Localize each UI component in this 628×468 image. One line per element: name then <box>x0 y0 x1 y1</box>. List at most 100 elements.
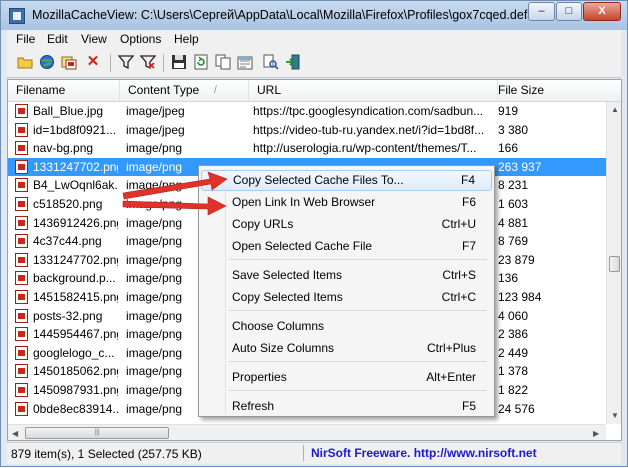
close-button[interactable]: X <box>583 2 621 21</box>
menu-edit[interactable]: Edit <box>47 32 68 46</box>
menu-help[interactable]: Help <box>174 32 199 46</box>
table-row[interactable]: id=1bd8f0921... image/jpeg https://video-t… <box>8 121 606 139</box>
status-separator <box>303 445 304 461</box>
image-file-icon <box>15 141 28 155</box>
menu-options[interactable]: Options <box>120 32 161 46</box>
properties-icon[interactable] <box>237 54 253 70</box>
context-menu-item[interactable]: Choose Columns <box>201 316 492 337</box>
column-header-url[interactable]: URL <box>249 80 498 101</box>
status-credit-link[interactable]: NirSoft Freeware. http://www.nirsoft.net <box>311 446 537 460</box>
context-menu-item[interactable]: Copy URLs Ctrl+U <box>201 214 492 235</box>
cell-file-size: 123 984 <box>498 290 542 304</box>
cell-filename: 1451582415.png <box>33 290 118 304</box>
context-menu-item-label: Open Selected Cache File <box>232 239 373 253</box>
cell-filename: 0bde8ec83914... <box>33 402 118 416</box>
scroll-left-arrow[interactable]: ◀ <box>12 429 18 438</box>
context-menu-item[interactable]: Copy Selected Cache Files To... F4 <box>201 170 492 191</box>
cell-filename: c518520.png <box>33 197 103 211</box>
column-header-filename[interactable]: Filename <box>8 80 120 101</box>
copy-icon[interactable] <box>215 54 231 70</box>
context-menu-item[interactable]: Open Selected Cache File F7 <box>201 236 492 257</box>
context-menu-item[interactable]: Save Selected Items Ctrl+S <box>201 265 492 286</box>
cell-content-type: image/jpeg <box>126 104 185 118</box>
scroll-down-arrow[interactable]: ▼ <box>611 411 619 420</box>
cell-filename: B4_LwOqnl6ak... <box>33 178 118 192</box>
image-file-icon <box>15 197 28 211</box>
refresh-icon[interactable] <box>193 54 209 70</box>
maximize-button[interactable]: □ <box>556 2 582 21</box>
cell-file-size: 4 881 <box>498 216 529 230</box>
context-menu-item-shortcut: F6 <box>461 195 476 209</box>
cell-file-size: 2 449 <box>498 346 529 360</box>
image-file-icon <box>15 309 28 323</box>
image-file-icon <box>15 364 28 378</box>
cell-filename: 1331247702.png <box>33 253 118 267</box>
cell-url: https://video-tub-ru.yandex.net/i?id=1bd… <box>253 123 485 137</box>
scroll-right-arrow[interactable]: ▶ <box>593 429 599 438</box>
image-file-icon <box>15 253 28 267</box>
exit-icon[interactable] <box>285 54 301 70</box>
context-menu-item[interactable]: Open Link In Web Browser F6 <box>201 192 492 213</box>
context-menu: Copy Selected Cache Files To... F4 Open Li… <box>198 165 495 417</box>
cell-file-size: 8 769 <box>498 234 529 248</box>
delete-icon[interactable]: ✕ <box>85 54 101 70</box>
cell-file-size: 23 879 <box>498 253 535 267</box>
globe-icon[interactable] <box>39 54 55 70</box>
image-file-icon <box>15 104 28 118</box>
title-bar[interactable]: MozillaCacheView: C:\Users\Сергей\AppDat… <box>1 1 627 30</box>
context-menu-item-label: Save Selected Items <box>232 268 343 282</box>
cell-file-size: 166 <box>498 141 519 155</box>
clear-filter-icon[interactable] <box>139 54 157 70</box>
context-menu-item-label: Auto Size Columns <box>232 341 335 355</box>
image-file-icon <box>15 271 28 285</box>
cell-file-size: 3 380 <box>498 123 529 137</box>
cell-file-size: 263 937 <box>498 160 542 174</box>
window-title: MozillaCacheView: C:\Users\Сергей\AppDat… <box>32 8 545 22</box>
menu-bar: File Edit View Options Help <box>7 30 621 50</box>
context-menu-item[interactable]: Properties Alt+Enter <box>201 367 492 388</box>
column-header-content-type[interactable]: Content Type <box>120 80 249 101</box>
scroll-up-arrow[interactable]: ▲ <box>611 105 619 114</box>
column-header-file-size[interactable]: File Size <box>498 80 621 101</box>
context-menu-item[interactable]: Refresh F5 <box>201 396 492 417</box>
context-menu-separator <box>229 361 487 362</box>
cell-filename: 1445954467.png <box>33 327 118 341</box>
menu-view[interactable]: View <box>81 32 107 46</box>
vertical-scrollbar[interactable]: ▲ ▼ <box>606 102 621 424</box>
table-row[interactable]: Ball_Blue.jpg image/jpeg https://tpc.googl… <box>8 102 606 120</box>
horizontal-scroll-thumb[interactable]: ||| <box>25 427 169 439</box>
filter-icon[interactable] <box>117 54 135 70</box>
cache-copy-icon[interactable] <box>61 54 77 70</box>
image-file-icon <box>15 123 28 137</box>
minimize-button[interactable]: – <box>528 2 555 21</box>
table-row[interactable]: nav-bg.png image/png http://userologia.ru/… <box>8 139 606 157</box>
cell-filename: posts-32.png <box>33 309 103 323</box>
context-menu-item-label: Refresh <box>232 399 275 413</box>
cell-filename: 1436912426.png <box>33 216 118 230</box>
horizontal-scrollbar[interactable]: ◀ ||| ▶ <box>8 424 606 440</box>
app-icon <box>9 8 25 24</box>
cell-filename: 1450987931.png <box>33 383 118 397</box>
context-menu-item-label: Choose Columns <box>232 319 325 333</box>
context-menu-item-label: Properties <box>232 370 287 384</box>
cell-file-size: 1 378 <box>498 364 529 378</box>
menu-file[interactable]: File <box>16 32 35 46</box>
image-file-icon <box>15 346 28 360</box>
cell-filename: 1331247702.png <box>33 160 118 174</box>
image-file-icon <box>15 160 28 174</box>
toolbar-separator <box>163 54 164 72</box>
cell-url: https://tpc.googlesyndication.com/sadbun… <box>253 104 484 118</box>
context-menu-item-label: Open Link In Web Browser <box>232 195 376 209</box>
context-menu-item-shortcut: F4 <box>460 173 475 187</box>
context-menu-item[interactable]: Auto Size Columns Ctrl+Plus <box>201 338 492 359</box>
context-menu-item[interactable]: Copy Selected Items Ctrl+C <box>201 287 492 308</box>
vertical-scroll-thumb[interactable] <box>609 256 620 272</box>
find-icon[interactable] <box>263 54 279 70</box>
context-menu-item-shortcut: Ctrl+U <box>441 217 476 231</box>
save-icon[interactable] <box>171 54 187 70</box>
cell-content-type: image/jpeg <box>126 123 185 137</box>
cell-file-size: 2 386 <box>498 327 529 341</box>
cell-file-size: 136 <box>498 271 519 285</box>
cell-file-size: 8 231 <box>498 178 529 192</box>
open-folder-icon[interactable] <box>17 54 33 70</box>
